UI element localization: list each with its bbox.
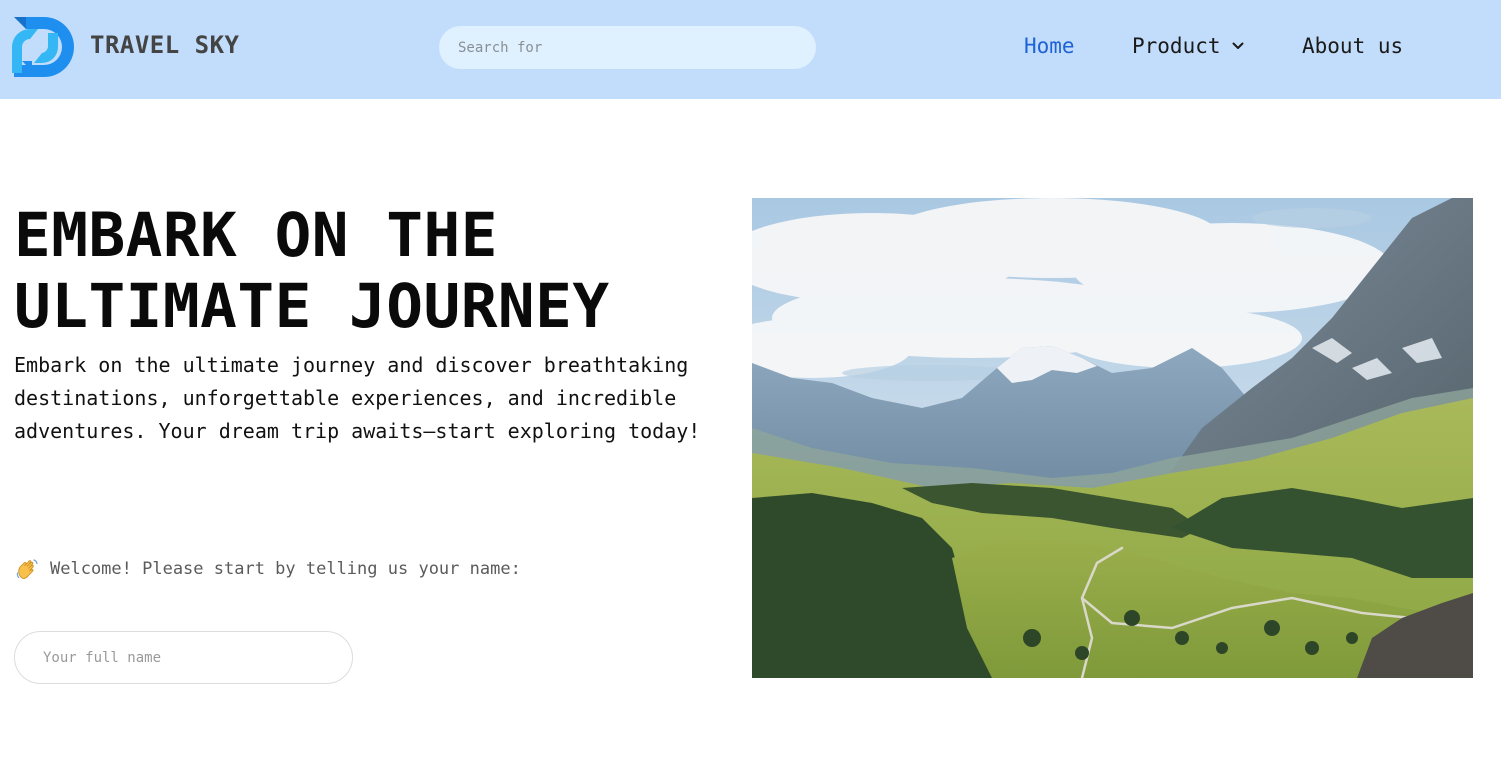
site-header: TRAVEL SKY Home Product About us: [0, 0, 1501, 99]
nav-link-about-us[interactable]: About us: [1302, 34, 1403, 58]
nav-product-label: Product: [1132, 34, 1221, 58]
chevron-down-icon: [1232, 42, 1244, 49]
nav-link-product[interactable]: Product: [1132, 34, 1245, 58]
hero-description: Embark on the ultimate journey and disco…: [14, 353, 701, 443]
mountain-landscape-image: [752, 198, 1473, 678]
travel-sky-logo-icon[interactable]: [8, 13, 76, 81]
welcome-text: Welcome! Please start by telling us your…: [50, 559, 521, 579]
search-input[interactable]: [439, 26, 816, 69]
nav-link-home[interactable]: Home: [1024, 34, 1075, 58]
hero-title: EMBARK ON THE ULTIMATE JOURNEY: [14, 200, 610, 342]
welcome-prompt: Welcome! Please start by telling us your…: [16, 558, 521, 580]
waving-hand-icon: [16, 559, 38, 579]
brand-name[interactable]: TRAVEL SKY: [90, 31, 240, 59]
full-name-input[interactable]: [14, 631, 353, 684]
